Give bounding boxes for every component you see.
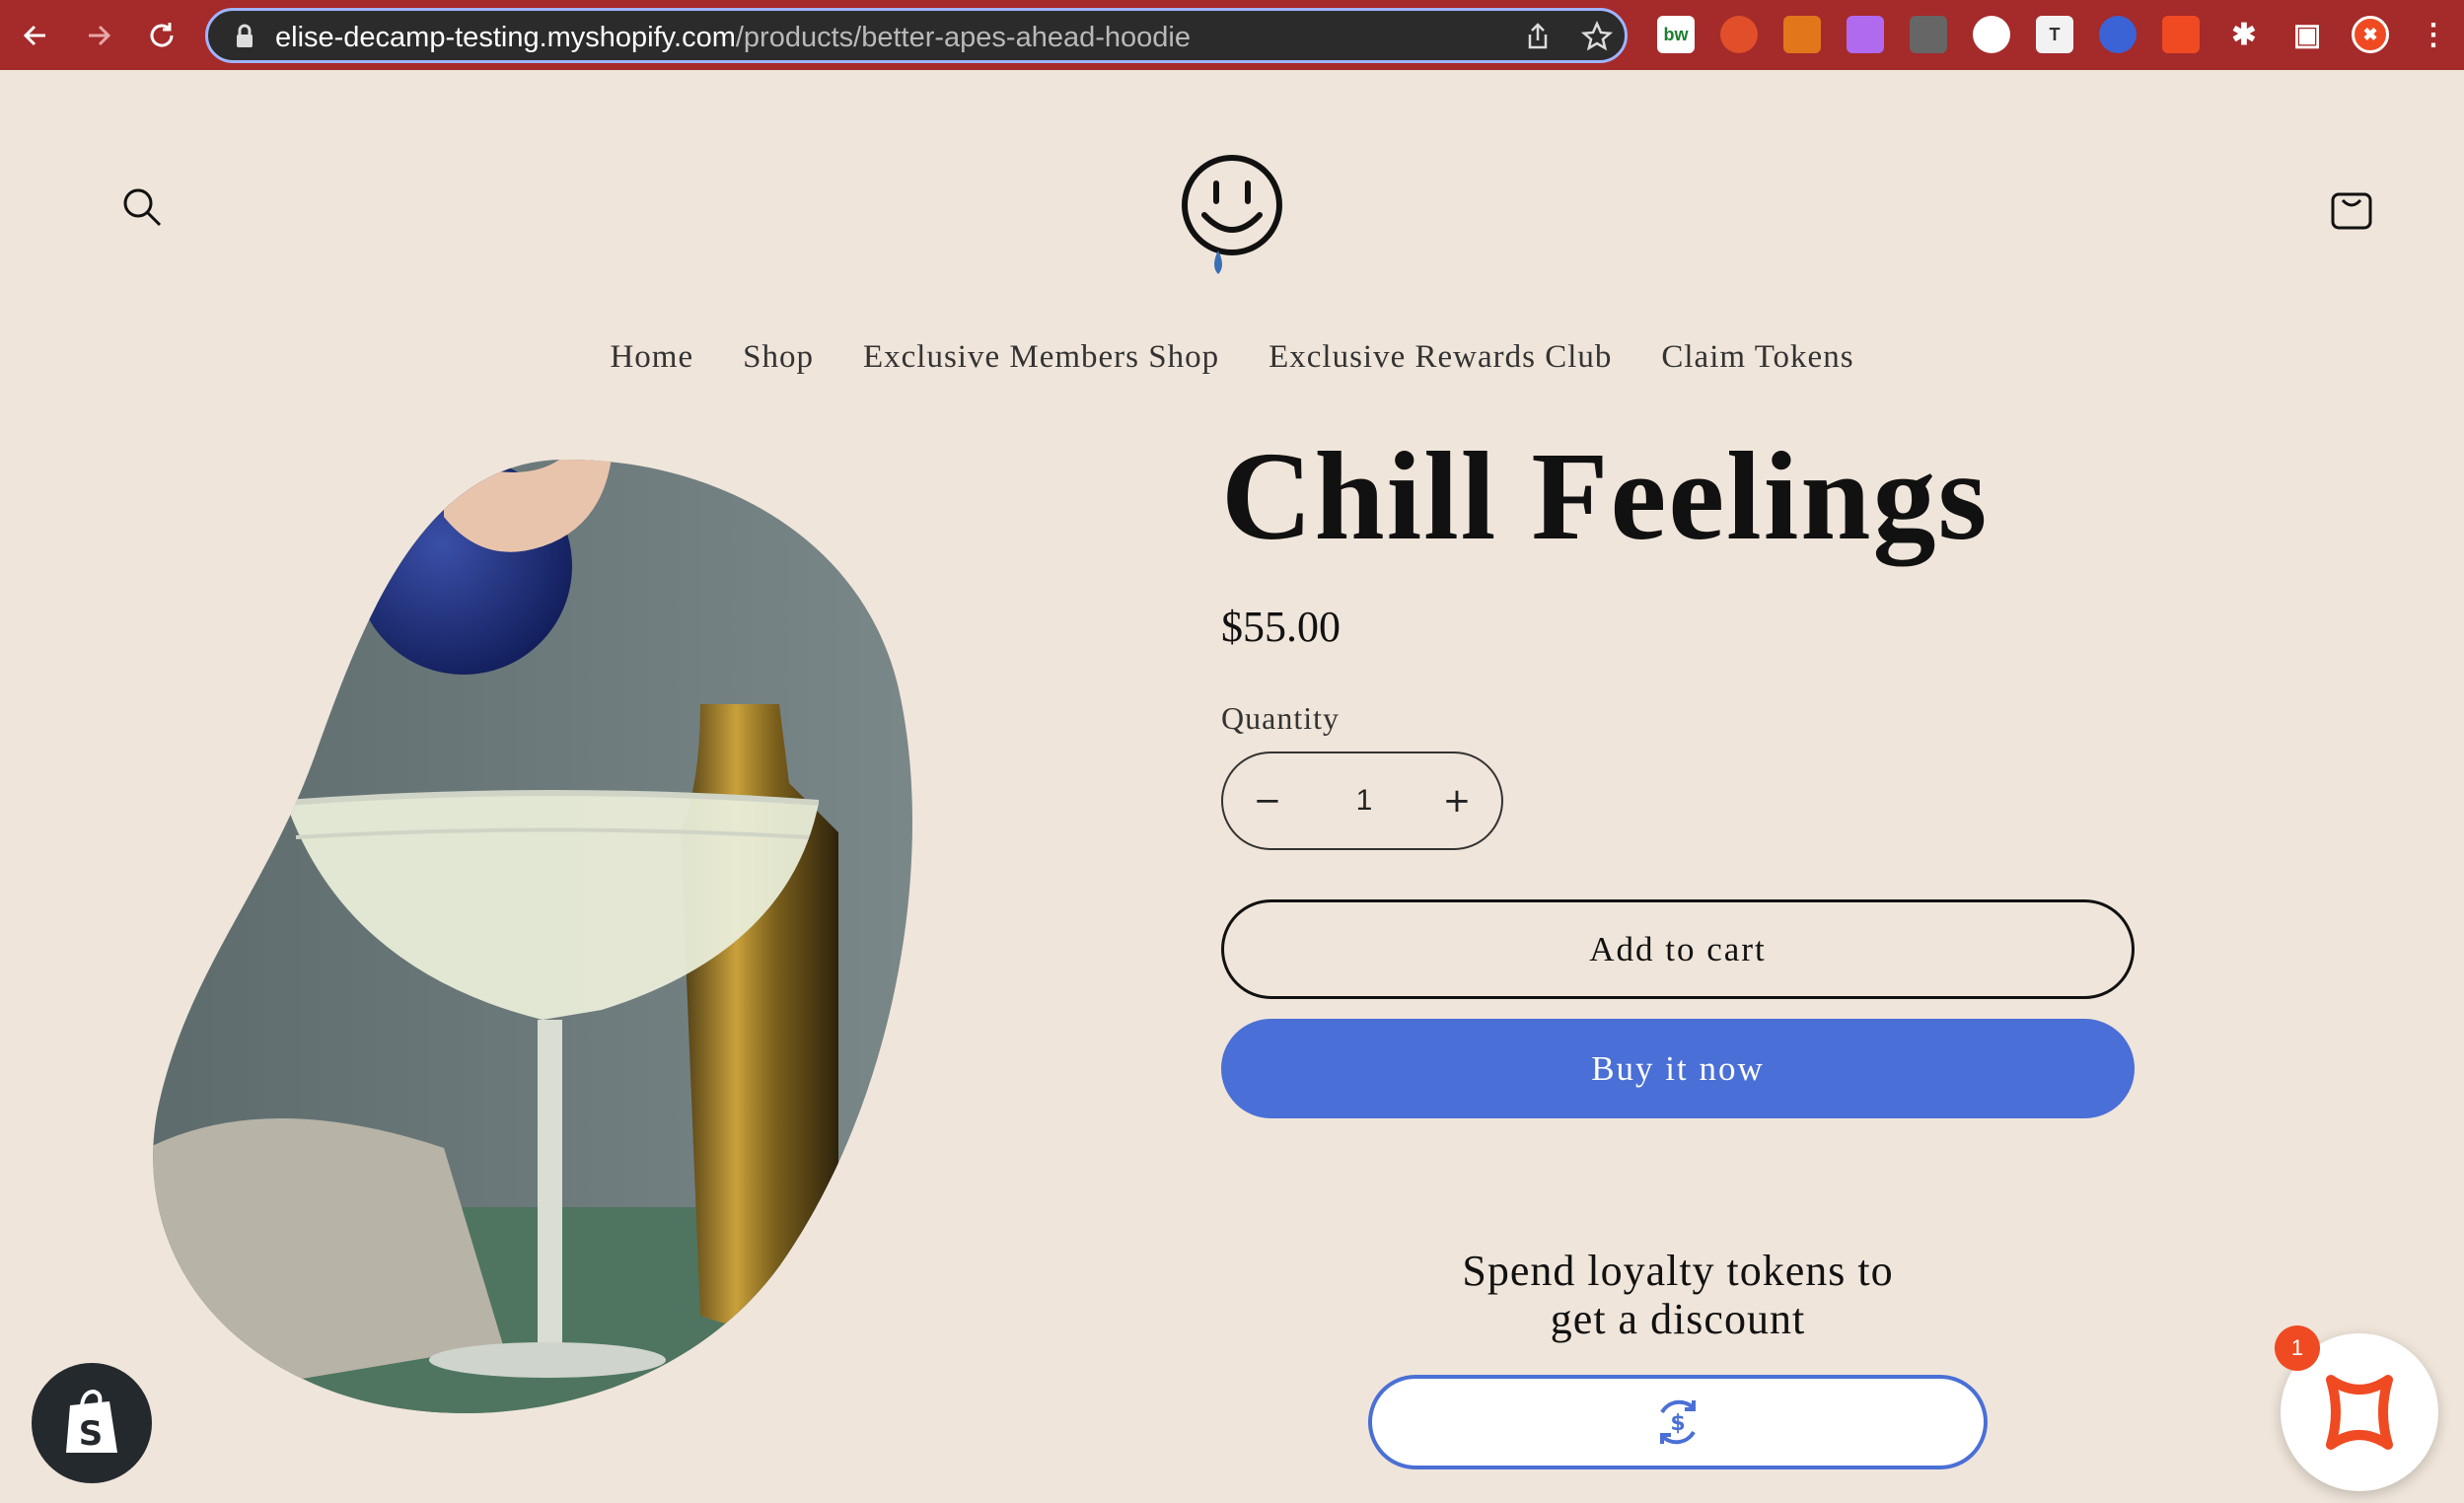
t-extension-icon[interactable]: T [2036, 16, 2073, 53]
kebab-menu-icon[interactable]: ⋮ [2415, 16, 2452, 53]
url-text[interactable]: elise-decamp-testing.myshopify.com/produ… [275, 22, 1191, 54]
shopify-bag-icon: S [66, 1389, 117, 1454]
nav-link-exclusive-rewards-club[interactable]: Exclusive Rewards Club [1268, 339, 1612, 376]
reload-button[interactable] [140, 14, 183, 57]
main-navigation: Home Shop Exclusive Members Shop Exclusi… [0, 339, 2464, 376]
puzzle-extension-icon[interactable]: ✱ [2225, 16, 2263, 53]
shopping-bag-icon [2331, 192, 2372, 230]
browser-toolbar: elise-decamp-testing.myshopify.com/produ… [0, 0, 2464, 70]
search-button[interactable] [114, 179, 170, 235]
loyalty-heading-line1: Spend loyalty tokens to [1462, 1247, 1894, 1295]
metamask-extension-icon[interactable] [1783, 16, 1821, 53]
circle-extension-icon[interactable] [2099, 16, 2137, 53]
quantity-increment-button[interactable]: + [1413, 753, 1501, 848]
smiley-logo-icon [1182, 155, 1282, 274]
svg-text:S: S [79, 1414, 104, 1454]
address-bar[interactable]: elise-decamp-testing.myshopify.com/produ… [205, 8, 1628, 63]
forward-button[interactable] [77, 14, 120, 57]
product-price: $55.00 [1221, 603, 1341, 651]
add-to-cart-button[interactable]: Add to cart [1221, 899, 2135, 999]
search-icon [123, 188, 162, 227]
product-photo [153, 459, 912, 1413]
rewards-x-icon [2326, 1375, 2393, 1450]
loyalty-heading-line2: get a discount [1550, 1295, 1806, 1343]
arrow-right-icon [89, 25, 111, 46]
buy-now-button[interactable]: Buy it now [1221, 1019, 2135, 1118]
quantity-input[interactable]: 1 [1317, 753, 1412, 848]
product-title: Chill Feelings [1221, 426, 1990, 566]
pen-extension-icon[interactable] [1910, 16, 1947, 53]
share-icon[interactable] [1522, 21, 1554, 52]
token-exchange-icon: $ [1660, 1399, 1696, 1445]
lock-icon [237, 24, 253, 47]
back-button[interactable] [14, 14, 57, 57]
gradient-extension-icon[interactable] [1847, 16, 1884, 53]
nav-link-exclusive-members-shop[interactable]: Exclusive Members Shop [863, 339, 1219, 376]
svg-text:$: $ [1670, 1411, 1685, 1436]
nav-link-shop[interactable]: Shop [743, 339, 814, 376]
bookmark-star-icon[interactable] [1581, 21, 1613, 52]
swirl-extension-icon[interactable] [1720, 16, 1758, 53]
loyalty-heading: Spend loyalty tokens to get a discount [1221, 1247, 2135, 1343]
bw-extension-icon[interactable]: bw [1657, 16, 1695, 53]
sidepanel-icon[interactable]: ▣ [2288, 16, 2326, 53]
profile-avatar-icon[interactable]: ✖ [2352, 16, 2389, 53]
cart-button[interactable] [2320, 178, 2383, 241]
quantity-stepper: − 1 + [1221, 752, 1503, 850]
quantity-decrement-button[interactable]: − [1223, 753, 1312, 848]
redeem-tokens-button[interactable]: $ [1368, 1375, 1988, 1469]
notification-badge: 1 [2275, 1325, 2320, 1371]
nav-link-claim-tokens[interactable]: Claim Tokens [1661, 339, 1853, 376]
quantity-label: Quantity [1221, 700, 1340, 736]
shopify-preview-badge[interactable]: S [32, 1363, 152, 1483]
x-extension-icon[interactable] [2162, 16, 2200, 53]
arrow-left-icon [23, 25, 45, 46]
reload-icon [150, 23, 174, 47]
store-logo[interactable] [1172, 148, 1292, 286]
nav-link-home[interactable]: Home [610, 339, 693, 376]
product-image[interactable] [148, 458, 986, 1434]
lock-extension-icon[interactable] [1973, 16, 2010, 53]
